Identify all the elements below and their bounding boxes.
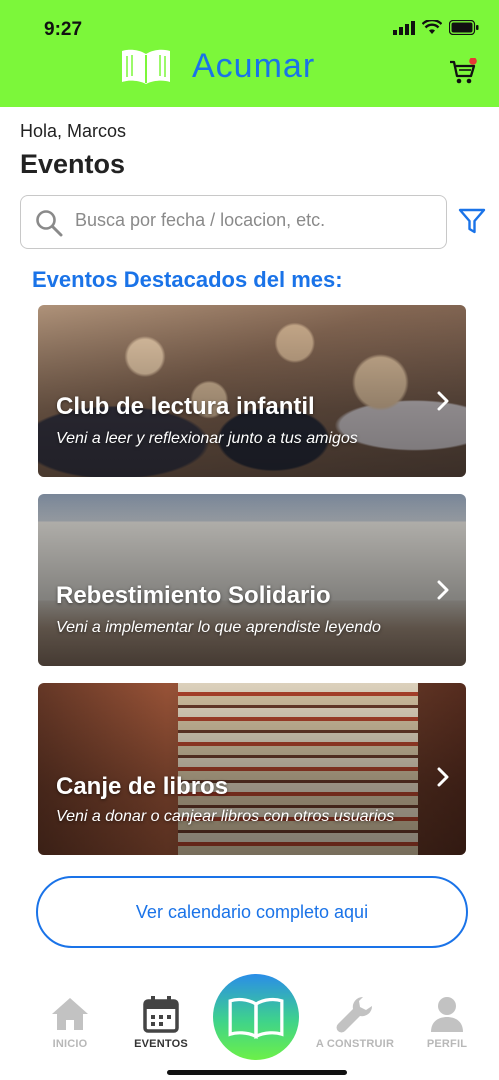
- signal-icon: [393, 20, 415, 35]
- brand-name: Acumar: [192, 46, 316, 85]
- book-logo-icon: [122, 49, 170, 84]
- full-calendar-button[interactable]: Ver calendario completo aqui: [36, 876, 468, 948]
- event-card-canje-libros[interactable]: Canje de libros Veni a donar o canjear l…: [38, 683, 466, 855]
- nav-item-a-construir[interactable]: A CONSTRUIR: [310, 970, 400, 1050]
- brand: Acumar: [120, 46, 315, 86]
- user-icon: [431, 997, 463, 1032]
- search-input[interactable]: [75, 210, 435, 231]
- nav-item-inicio[interactable]: INICIO: [25, 970, 115, 1050]
- search-box[interactable]: [20, 195, 447, 249]
- event-title: Canje de libros: [56, 773, 229, 800]
- nav-label: A CONSTRUIR: [315, 1038, 395, 1050]
- wrench-icon: [336, 996, 373, 1033]
- event-card-rebestimiento[interactable]: Rebestimiento Solidario Veni a implement…: [38, 494, 466, 666]
- nav-center-button[interactable]: [213, 974, 299, 1060]
- cart-icon[interactable]: [449, 58, 477, 86]
- event-title: Rebestimiento Solidario: [56, 582, 331, 609]
- nav-label: EVENTOS: [134, 1038, 188, 1050]
- cart-badge: [469, 58, 477, 65]
- home-indicator: [167, 1070, 347, 1075]
- book-icon: [228, 997, 284, 1039]
- filter-icon[interactable]: [458, 207, 486, 235]
- chevron-right-icon: [437, 580, 449, 600]
- bottom-nav: INICIO EVENTOS A CONSTRUIR PERFIL: [0, 970, 499, 1080]
- event-subtitle: Veni a leer y reflexionar junto a tus am…: [56, 430, 358, 447]
- nav-label: INICIO: [52, 1038, 88, 1050]
- event-title: Club de lectura infantil: [56, 393, 315, 420]
- status-icons: [393, 20, 479, 35]
- chevron-right-icon: [437, 767, 449, 787]
- wifi-icon: [422, 20, 442, 34]
- chevron-right-icon: [437, 391, 449, 411]
- greeting: Hola, Marcos: [20, 121, 127, 141]
- nav-item-perfil[interactable]: PERFIL: [402, 970, 492, 1050]
- featured-events-title: Eventos Destacados del mes:: [32, 267, 343, 292]
- calendar-icon: [143, 996, 179, 1033]
- event-subtitle: Veni a donar o canjear libros con otros …: [56, 808, 395, 825]
- app-header: 9:27 Acumar: [0, 0, 499, 107]
- event-card-club-lectura[interactable]: Club de lectura infantil Veni a leer y r…: [38, 305, 466, 477]
- event-subtitle: Veni a implementar lo que aprendiste ley…: [56, 619, 381, 636]
- page-title: Eventos: [20, 149, 126, 179]
- home-icon: [52, 998, 88, 1030]
- status-time: 9:27: [44, 19, 83, 40]
- nav-label: PERFIL: [426, 1038, 468, 1050]
- nav-item-eventos[interactable]: EVENTOS: [116, 970, 206, 1050]
- search-icon: [36, 210, 63, 237]
- battery-icon: [449, 20, 479, 35]
